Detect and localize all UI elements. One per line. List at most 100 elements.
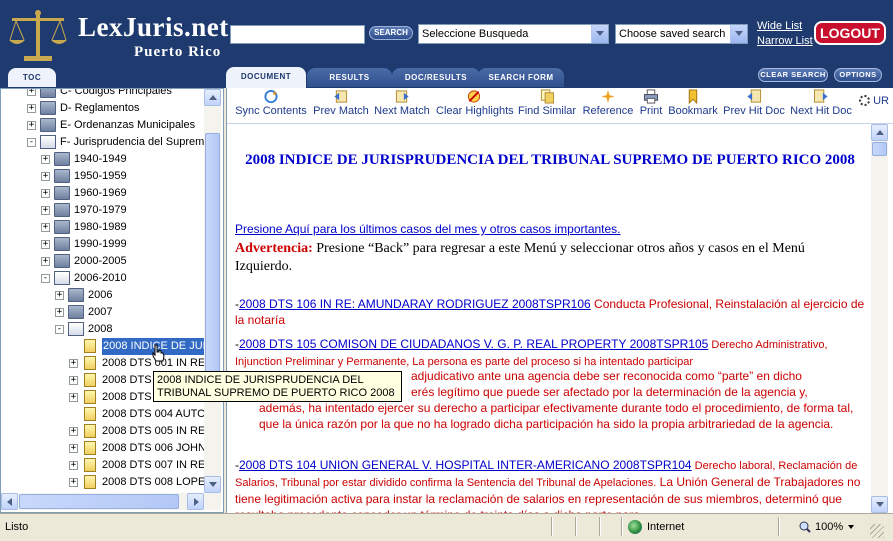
prev-match-button[interactable]: Prev Match xyxy=(312,88,370,120)
document-icon xyxy=(84,424,96,438)
document-panel: Sync Contents Prev Match Next Match Clea… xyxy=(226,88,893,513)
scroll-thumb[interactable] xyxy=(19,494,179,509)
folder-icon xyxy=(68,288,84,302)
saved-search-select[interactable]: Choose saved search xyxy=(615,24,748,44)
chevron-down-icon[interactable] xyxy=(730,25,747,43)
scales-of-justice-icon xyxy=(9,10,67,61)
clear-highlights-icon xyxy=(467,90,481,103)
recent-cases-link[interactable]: Presione Aquí para los últimos casos del… xyxy=(235,222,621,236)
expand-icon[interactable]: + xyxy=(55,308,64,317)
expand-icon[interactable]: + xyxy=(41,257,50,266)
print-button[interactable]: Print xyxy=(639,88,663,120)
prev-hit-doc-label: Prev Hit Doc xyxy=(723,105,785,117)
expand-icon[interactable]: + xyxy=(69,427,78,436)
next-match-button[interactable]: Next Match xyxy=(374,88,430,120)
toc-item-label: 1980-1989 xyxy=(74,221,127,233)
status-divider xyxy=(621,517,623,536)
narrow-list-link[interactable]: Narrow List xyxy=(757,35,813,47)
collapse-icon[interactable]: - xyxy=(41,274,50,283)
scroll-thumb[interactable] xyxy=(205,133,220,378)
lexjuris-logo[interactable]: LexJuris.net Puerto Rico xyxy=(2,4,229,66)
toc-panel: + C- Codigos Principales + D- Reglamentos + E… xyxy=(0,88,224,513)
zoom-level[interactable]: 100% xyxy=(815,521,843,533)
options-button[interactable]: OPTIONS xyxy=(834,68,882,82)
folder-icon xyxy=(40,89,56,98)
expand-icon[interactable]: + xyxy=(27,89,36,96)
expand-icon[interactable]: + xyxy=(41,223,50,232)
logout-button[interactable]: LOGOUT xyxy=(814,21,886,45)
scroll-down-button[interactable] xyxy=(871,496,888,513)
reference-button[interactable]: Reference xyxy=(580,88,636,120)
zoom-dropdown-icon[interactable] xyxy=(848,525,854,529)
expand-icon[interactable]: + xyxy=(41,189,50,198)
tab-doc-results[interactable]: DOC/RESULTS xyxy=(392,68,480,87)
prev-hit-doc-button[interactable]: Prev Hit Doc xyxy=(723,88,785,120)
toc-item-label: D- Reglamentos xyxy=(60,102,140,114)
find-similar-button[interactable]: Find Similar xyxy=(518,88,576,120)
scroll-up-button[interactable] xyxy=(871,124,888,141)
tab-document[interactable]: DOCUMENT xyxy=(226,67,306,88)
resize-grip-icon[interactable] xyxy=(870,524,884,538)
search-button-label: SEARCH xyxy=(374,28,408,37)
toc-item-label: E- Ordenanzas Municipales xyxy=(60,119,196,131)
logo-title: LexJuris.net xyxy=(78,12,229,42)
status-divider xyxy=(575,517,577,536)
chevron-right-icon xyxy=(194,498,199,506)
url-button[interactable]: UR xyxy=(859,95,889,127)
logo-subtitle: Puerto Rico xyxy=(134,44,222,60)
expand-icon[interactable]: + xyxy=(41,240,50,249)
case-link[interactable]: 2008 DTS 105 COMISON DE CIUDADANOS V. G.… xyxy=(239,337,708,351)
next-hit-doc-button[interactable]: Next Hit Doc xyxy=(790,88,852,120)
expand-icon[interactable]: + xyxy=(69,461,78,470)
scroll-up-button[interactable] xyxy=(204,89,221,106)
search-input[interactable] xyxy=(230,25,365,44)
search-type-select[interactable]: Seleccione Busqueda xyxy=(418,24,609,44)
case-link[interactable]: 2008 DTS 106 IN RE: AMUNDARAY RODRIGUEZ … xyxy=(239,297,591,311)
folder-icon xyxy=(54,254,70,268)
tab-search-form[interactable]: SEARCH FORM xyxy=(478,68,564,87)
expand-icon[interactable]: + xyxy=(69,393,78,402)
expand-icon[interactable]: + xyxy=(55,291,64,300)
collapse-icon[interactable]: - xyxy=(27,138,36,147)
expand-icon[interactable]: + xyxy=(27,104,36,113)
app-header: LexJuris.net Puerto Rico SEARCH Seleccio… xyxy=(0,0,893,88)
collapse-icon[interactable]: - xyxy=(55,325,64,334)
expand-icon[interactable]: + xyxy=(69,478,78,487)
folder-icon xyxy=(54,203,70,217)
search-button[interactable]: SEARCH xyxy=(369,26,413,40)
scroll-left-button[interactable] xyxy=(1,493,18,510)
tab-toc[interactable]: TOC xyxy=(8,68,56,87)
expand-icon[interactable]: + xyxy=(69,359,78,368)
document-icon xyxy=(84,475,96,489)
scroll-thumb[interactable] xyxy=(872,142,887,156)
scroll-down-button[interactable] xyxy=(204,476,221,493)
expand-icon[interactable]: + xyxy=(69,376,78,385)
clear-search-button[interactable]: CLEAR SEARCH xyxy=(758,68,828,82)
case-link[interactable]: 2008 DTS 104 UNION GENERAL V. HOSPITAL I… xyxy=(239,458,692,472)
toc-item-label: C- Codigos Principales xyxy=(60,88,172,97)
toc-horizontal-scrollbar[interactable] xyxy=(1,493,221,510)
expand-icon[interactable]: + xyxy=(41,155,50,164)
scroll-right-button[interactable] xyxy=(187,493,204,510)
expand-icon[interactable]: + xyxy=(27,121,36,130)
case-summary-continued: erés legítimo que puede ser afectado por… xyxy=(411,385,808,399)
chevron-down-icon xyxy=(876,502,884,507)
folder-icon xyxy=(68,305,84,319)
next-hit-doc-label: Next Hit Doc xyxy=(790,105,852,117)
clear-highlights-button[interactable]: Clear Highlights xyxy=(436,88,514,120)
folder-icon xyxy=(40,118,56,132)
sync-contents-label: Sync Contents xyxy=(235,105,307,117)
expand-icon[interactable]: + xyxy=(41,206,50,215)
saved-search-value: Choose saved search xyxy=(619,28,726,40)
sync-contents-button[interactable]: Sync Contents xyxy=(235,88,307,120)
chevron-down-icon[interactable] xyxy=(591,25,608,43)
toc-vertical-scrollbar[interactable] xyxy=(204,89,221,493)
document-vertical-scrollbar[interactable] xyxy=(871,124,888,513)
chevron-up-icon xyxy=(209,95,217,100)
bookmark-button[interactable]: Bookmark xyxy=(668,88,718,120)
wide-list-link[interactable]: Wide List xyxy=(757,20,802,32)
bookmark-label: Bookmark xyxy=(668,105,718,117)
tab-results[interactable]: RESULTS xyxy=(307,68,392,87)
expand-icon[interactable]: + xyxy=(69,444,78,453)
expand-icon[interactable]: + xyxy=(41,172,50,181)
